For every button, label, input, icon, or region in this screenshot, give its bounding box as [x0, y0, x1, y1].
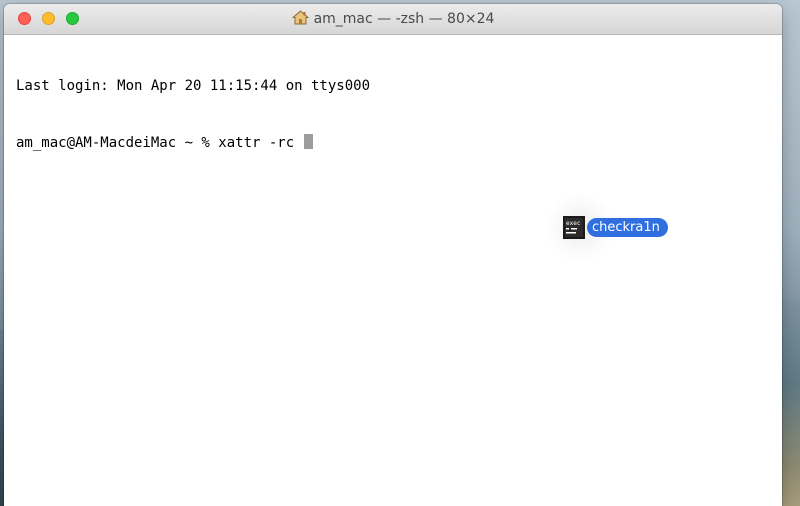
title-bar[interactable]: am_mac — -zsh — 80×24	[4, 4, 782, 35]
dragged-file-label: checkra1n	[587, 217, 668, 237]
executable-file-icon: exec	[563, 215, 585, 239]
terminal-line-login: Last login: Mon Apr 20 11:15:44 on ttys0…	[16, 78, 371, 94]
prompt-command-text: am_mac@AM-MacdeiMac ~ % xattr -rc	[16, 135, 303, 151]
dragged-file[interactable]: exec checkra1n	[563, 215, 668, 239]
terminal-content[interactable]: Last login: Mon Apr 20 11:15:44 on ttys0…	[4, 36, 782, 506]
home-icon	[291, 10, 309, 25]
window-title-text: am_mac — -zsh — 80×24	[313, 11, 495, 27]
desktop-background-right	[782, 300, 800, 506]
terminal-window: am_mac — -zsh — 80×24 Last login: Mon Ap…	[4, 4, 782, 506]
text-cursor	[303, 134, 313, 149]
terminal-line-prompt: am_mac@AM-MacdeiMac ~ % xattr -rc	[16, 134, 782, 153]
window-title: am_mac — -zsh — 80×24	[4, 10, 782, 28]
svg-text:exec: exec	[566, 220, 581, 227]
